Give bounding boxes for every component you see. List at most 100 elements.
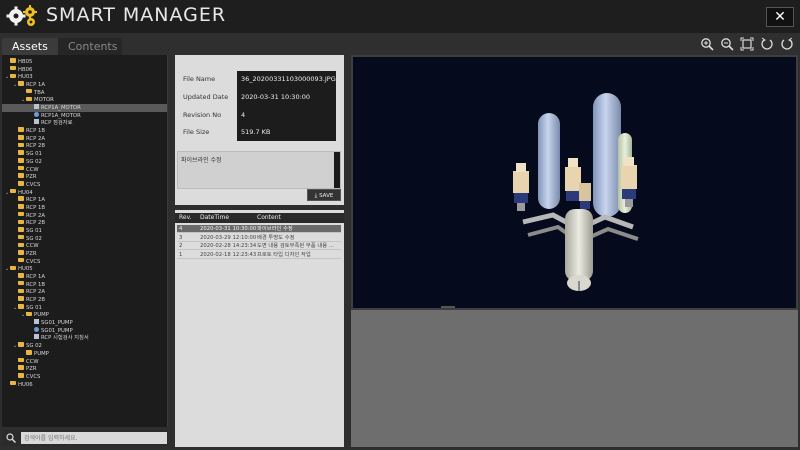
- file-name-value: 36_20200331103000093.JPG: [241, 75, 336, 83]
- file-size-value: 519.7 KB: [241, 128, 271, 136]
- reactor-coolant-system-model: [513, 93, 639, 291]
- folder-icon: [10, 73, 16, 79]
- tree-item-label: RCP 2B: [26, 143, 45, 150]
- tree-item-label: SG01_PUMP: [41, 320, 73, 327]
- revision-row[interactable]: 2 2020-02-28 14:23:34 도면 내용 검토부족된 부품 내용 ..…: [177, 242, 341, 250]
- asset-tree[interactable]: HB05 HB06 ⌄ HU03 ⌄ RCP 1A TBA ⌄ MOTOR RCP1A_MOTOR…: [2, 55, 168, 427]
- folder-icon: [18, 365, 24, 370]
- folder-icon: [18, 257, 24, 263]
- folder-icon: [18, 357, 24, 363]
- tree-item-label: RCP 1B: [26, 128, 45, 135]
- model-viewer[interactable]: [351, 55, 798, 310]
- model-icon: [34, 326, 39, 332]
- revision-row[interactable]: 1 2020-02-18 12:23:43 프로토 타입 디자인 작업: [177, 251, 341, 259]
- tree-item-label: CVCS: [26, 258, 41, 265]
- revision-value: 4: [241, 111, 246, 119]
- revision-datetime-cell: 2020-02-28 14:23:34: [200, 243, 256, 249]
- folder-icon: [10, 265, 16, 271]
- tree-item-label: SG01_PUMP: [41, 327, 73, 334]
- tree-item-label: RCP 1A: [26, 274, 45, 281]
- folder-icon: [10, 380, 16, 386]
- memo-text: 파이브라인 수정: [181, 157, 222, 164]
- fit-icon[interactable]: [740, 37, 754, 51]
- folder-icon: [18, 296, 24, 301]
- tree-item-label: RCP 2B: [26, 297, 45, 304]
- tree-item-label: MOTOR: [34, 97, 54, 104]
- revision-rev-cell: 3: [179, 234, 183, 241]
- revision-rev-cell: 2: [179, 243, 183, 249]
- document-icon: [34, 334, 39, 340]
- folder-icon: [18, 219, 24, 225]
- tree-item-label: PUMP: [34, 350, 49, 357]
- model-icon: [34, 111, 39, 117]
- tree-item-label: HU06: [18, 381, 33, 388]
- revision-content-cell: 파이브라인 수정: [257, 226, 293, 232]
- zoom-in-icon[interactable]: [700, 37, 714, 51]
- updated-date-value: 2020-03-31 10:30:00: [241, 93, 311, 101]
- tab-assets[interactable]: Assets: [2, 38, 58, 55]
- revision-datetime-cell: 2020-03-31 10:30:00: [200, 226, 256, 232]
- folder-icon: [18, 342, 24, 347]
- tree-item-label: RCP1A_MOTOR: [41, 112, 81, 119]
- search-bar: [2, 430, 168, 446]
- memo-scrollbar[interactable]: [334, 152, 340, 188]
- folder-icon: [18, 373, 24, 378]
- document-icon: [34, 119, 39, 125]
- tab-bar: Assets Contents: [0, 33, 800, 55]
- revision-rev-cell: 4: [179, 226, 183, 232]
- revision-row[interactable]: 4 2020-03-31 10:30:00 파이브라인 수정: [177, 225, 341, 233]
- tree-item-label: SG 02: [26, 343, 42, 350]
- rotate-right-icon[interactable]: [780, 37, 794, 51]
- close-button[interactable]: ✕: [766, 7, 794, 27]
- save-button[interactable]: ⤓ SAVE: [307, 189, 341, 201]
- revision-row[interactable]: 3 2020-03-29 12:10:00 배경 투명도 수정: [177, 234, 341, 242]
- tab-contents[interactable]: Contents: [58, 38, 122, 55]
- search-icon[interactable]: [6, 433, 16, 443]
- updated-date-label: Updated Date: [183, 93, 229, 101]
- memo-textarea[interactable]: 파이브라인 수정: [177, 151, 341, 189]
- tree-item-label: SG 02: [26, 235, 42, 242]
- tree-item-label: PZR: [26, 251, 37, 257]
- app-window: SMART MANAGER ✕ Assets Contents HB05 HB06…: [0, 0, 800, 450]
- tree-item[interactable]: HU06: [2, 380, 167, 389]
- tree-item-label: RCP 2A: [26, 289, 45, 296]
- revision-rev-cell: 1: [179, 251, 183, 258]
- tree-item-label: SG 02: [26, 158, 42, 165]
- tree-item-label: CCW: [26, 243, 39, 250]
- title-bar: SMART MANAGER ✕: [0, 0, 800, 33]
- folder-icon: [18, 81, 24, 86]
- folder-icon: [18, 250, 24, 255]
- folder-icon: [26, 311, 32, 317]
- folder-icon: [10, 58, 16, 63]
- viewer-splitter-handle[interactable]: [441, 306, 455, 308]
- folder-icon: [18, 142, 24, 148]
- folder-icon: [10, 188, 16, 194]
- tree-item-label: CVCS: [26, 373, 41, 380]
- document-icon: [34, 319, 39, 325]
- tree-item-label: RCP 1A: [26, 82, 45, 89]
- save-icon: ⤓: [314, 192, 318, 199]
- tree-item-label: PUMP: [34, 312, 49, 319]
- file-name-label: File Name: [183, 75, 216, 83]
- zoom-out-icon[interactable]: [720, 37, 734, 51]
- app-title: SMART MANAGER: [46, 4, 227, 26]
- folder-icon: [18, 242, 24, 248]
- tree-item-label: CVCS: [26, 181, 41, 188]
- folder-icon: [18, 288, 24, 294]
- folder-icon: [26, 96, 32, 102]
- tree-item-label: RCP 점검자료: [41, 120, 73, 127]
- tree-item-label: SG 01: [26, 304, 42, 311]
- folder-icon: [18, 196, 24, 201]
- tree-item-label: CCW: [26, 166, 39, 173]
- tree-item-label: PZR: [26, 174, 37, 181]
- file-info-values: 36_20200331103000093.JPG 2020-03-31 10:3…: [237, 71, 336, 141]
- revision-datetime-cell: 2020-03-29 12:10:00: [200, 234, 256, 241]
- search-input[interactable]: [21, 432, 167, 444]
- rev-column-header: Rev.: [179, 214, 192, 221]
- revision-content-cell: 프로토 타입 디자인 작업: [257, 251, 311, 258]
- save-button-label: SAVE: [319, 193, 334, 199]
- folder-icon: [18, 135, 24, 140]
- folder-icon: [18, 304, 24, 309]
- rotate-left-icon[interactable]: [760, 37, 774, 51]
- tree-item-label: RCP 1A: [26, 197, 45, 204]
